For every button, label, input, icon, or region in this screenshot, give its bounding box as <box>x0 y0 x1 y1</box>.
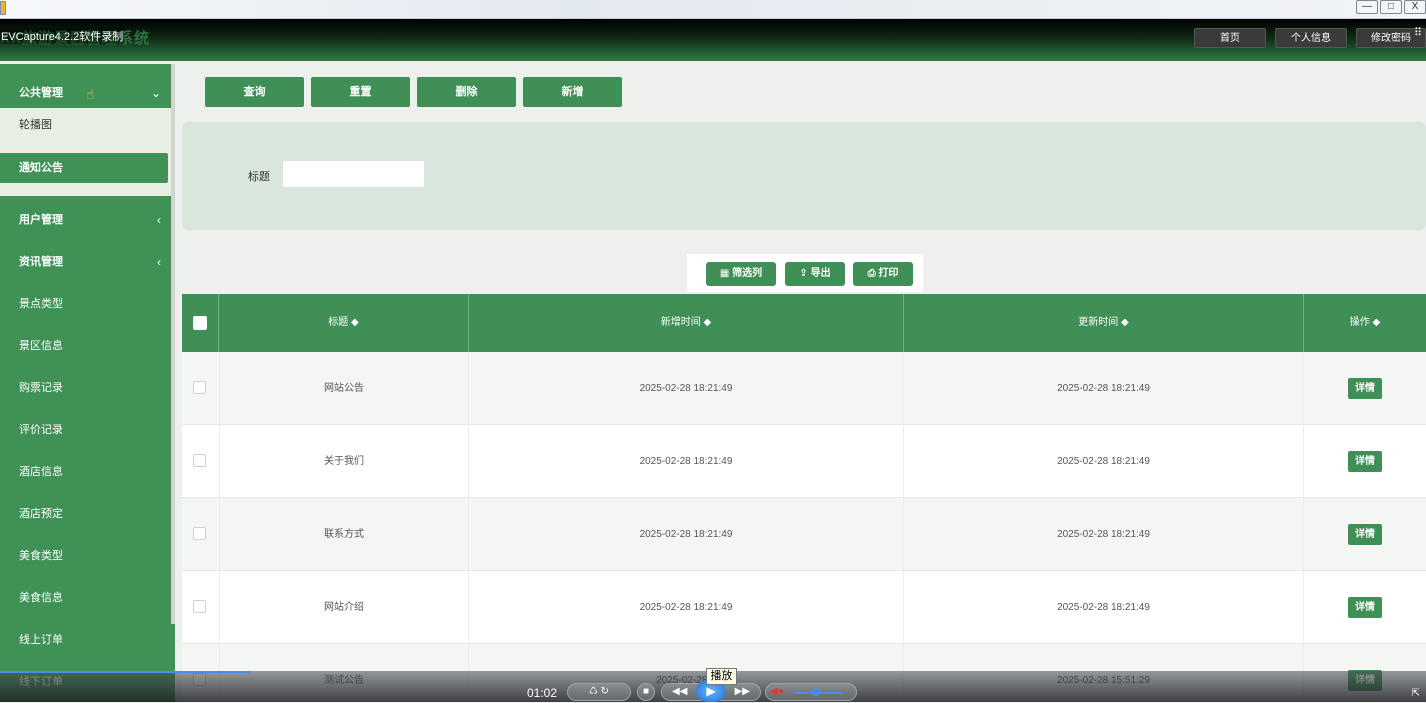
window-controls: — □ X <box>1356 0 1426 14</box>
select-all-cell <box>182 294 219 352</box>
print-icon: ⎙ <box>867 268 879 279</box>
main-content: 查询 重置 删除 新增 标题 ▦ 筛选列 ⇪ 导出 ⎙ 打印 标题 ◆ 新增时间… <box>176 61 1426 702</box>
column-header-updated[interactable]: 更新时间 ◆ <box>904 294 1304 352</box>
loop-controls[interactable]: ♺ ↻ <box>567 683 631 701</box>
cell-title: 关于我们 <box>219 425 469 498</box>
sidebar-item-news-mgmt[interactable]: 资讯管理 ‹ <box>0 241 171 283</box>
column-header-title[interactable]: 标题 ◆ <box>219 294 469 352</box>
grid-icon: ⠿ <box>1414 27 1423 39</box>
sidebar-item-hotel-booking[interactable]: 酒店预定 <box>0 493 171 535</box>
sidebar-item-label: 用户管理 <box>19 214 63 226</box>
add-button[interactable]: 新增 <box>523 77 622 107</box>
cell-title: 联系方式 <box>219 498 469 571</box>
sidebar-item-online-orders[interactable]: 线上订单 <box>0 619 171 661</box>
cell-updated: 2025-02-28 18:21:49 <box>904 352 1304 425</box>
column-header-actions[interactable]: 操作 ◆ <box>1304 294 1426 352</box>
app-icon <box>0 1 6 15</box>
sidebar-item-food-info[interactable]: 美食信息 <box>0 577 171 619</box>
chevron-left-icon: ‹ <box>157 255 161 269</box>
expand-icon[interactable]: ⇱ <box>1412 688 1420 699</box>
play-icon: ▶ <box>706 684 716 698</box>
cell-created: 2025-02-28 18:21:49 <box>469 571 904 644</box>
cell-title: 网站公告 <box>219 352 469 425</box>
app-header: XX旅游景区管理系统 EVCapture4.2.2软件录制 首页 个人信息 修改… <box>0 19 1426 61</box>
sidebar-item-label: 公共管理 <box>19 87 63 99</box>
table-row: 关于我们 2025-02-28 18:21:49 2025-02-28 18:2… <box>182 425 1426 498</box>
profile-button[interactable]: 个人信息 <box>1275 28 1347 48</box>
playback-time: 01:02 <box>527 686 558 700</box>
row-checkbox[interactable] <box>193 381 206 394</box>
hand-cursor-icon: ☝ <box>86 86 95 102</box>
minimize-button[interactable]: — <box>1356 0 1378 14</box>
delete-button[interactable]: 删除 <box>417 77 516 107</box>
sidebar-item-scenic-info[interactable]: 景区信息 <box>0 325 171 367</box>
title-label: 标题 <box>248 171 270 183</box>
select-all-checkbox[interactable] <box>193 316 207 330</box>
home-button[interactable]: 首页 <box>1194 28 1266 48</box>
capture-watermark: EVCapture4.2.2软件录制 <box>0 28 125 44</box>
print-button[interactable]: ⎙ 打印 <box>853 262 913 286</box>
column-header-created[interactable]: 新增时间 ◆ <box>469 294 904 352</box>
stop-icon: ■ <box>642 686 650 697</box>
video-player-bar: 01:02 ♺ ↻ ■ ◀◀ ▶▶ ▶ 播放 ◀● ⇱ <box>0 668 1426 702</box>
chevron-left-icon: ‹ <box>157 213 161 227</box>
cell-updated: 2025-02-28 18:21:49 <box>904 425 1304 498</box>
sidebar-item-carousel[interactable]: 轮播图 <box>0 110 168 140</box>
sidebar: 公共管理 ⌄ ☝ 轮播图 通知公告 用户管理 ‹ 资讯管理 ‹ 景点类型 景区信… <box>0 64 175 702</box>
cell-created: 2025-02-28 18:21:49 <box>469 425 904 498</box>
volume-knob[interactable] <box>811 688 820 696</box>
detail-button[interactable]: 详情 <box>1348 524 1382 545</box>
reset-button[interactable]: 重置 <box>311 77 410 107</box>
sidebar-item-scenic-type[interactable]: 景点类型 <box>0 283 171 325</box>
export-icon: ⇪ <box>799 268 811 279</box>
cell-title: 网站介绍 <box>219 571 469 644</box>
cell-updated: 2025-02-28 18:21:49 <box>904 571 1304 644</box>
forward-icon[interactable]: ▶▶ <box>735 684 750 700</box>
export-label: 导出 <box>810 268 831 279</box>
loop-icon: ♺ <box>588 686 601 697</box>
mute-icon: ◀● <box>770 686 784 697</box>
query-button[interactable]: 查询 <box>205 77 304 107</box>
maximize-button[interactable]: □ <box>1380 0 1402 14</box>
sidebar-item-notice[interactable]: 通知公告 <box>0 153 168 183</box>
cell-created: 2025-02-28 18:21:49 <box>469 352 904 425</box>
row-checkbox[interactable] <box>193 454 206 467</box>
stop-button[interactable]: ■ <box>637 683 655 701</box>
rewind-icon[interactable]: ◀◀ <box>672 684 687 700</box>
playback-progress[interactable] <box>0 671 250 673</box>
sidebar-item-food-type[interactable]: 美食类型 <box>0 535 171 577</box>
notice-table: 标题 ◆ 新增时间 ◆ 更新时间 ◆ 操作 ◆ 网站公告 2025-02-28 … <box>182 294 1426 702</box>
sidebar-item-user-mgmt[interactable]: 用户管理 ‹ <box>0 199 171 241</box>
sidebar-scrollbar[interactable] <box>171 64 175 624</box>
table-row: 联系方式 2025-02-28 18:21:49 2025-02-28 18:2… <box>182 498 1426 571</box>
sidebar-item-hotel-info[interactable]: 酒店信息 <box>0 451 171 493</box>
title-search-input[interactable] <box>282 160 425 188</box>
columns-icon: ▦ <box>719 268 733 279</box>
capture-titlebar: — □ X <box>0 0 1426 19</box>
filter-columns-label: 筛选列 <box>732 268 763 279</box>
play-tooltip: 播放 <box>706 668 737 685</box>
table-row: 网站公告 2025-02-28 18:21:49 2025-02-28 18:2… <box>182 352 1426 425</box>
close-button[interactable]: X <box>1404 0 1426 14</box>
row-checkbox[interactable] <box>193 527 206 540</box>
export-button[interactable]: ⇪ 导出 <box>785 262 845 286</box>
filter-columns-button[interactable]: ▦ 筛选列 <box>706 262 776 286</box>
sidebar-item-ticket-records[interactable]: 购票记录 <box>0 367 171 409</box>
print-label: 打印 <box>878 268 899 279</box>
sidebar-item-label: 资讯管理 <box>19 256 63 268</box>
search-panel: 标题 <box>182 122 1426 230</box>
cell-updated: 2025-02-28 18:21:49 <box>904 498 1304 571</box>
table-tools: ▦ 筛选列 ⇪ 导出 ⎙ 打印 <box>686 253 924 293</box>
detail-button[interactable]: 详情 <box>1348 451 1382 472</box>
detail-button[interactable]: 详情 <box>1348 378 1382 399</box>
row-checkbox[interactable] <box>193 600 206 613</box>
table-row: 网站介绍 2025-02-28 18:21:49 2025-02-28 18:2… <box>182 571 1426 644</box>
refresh-icon: ↻ <box>600 686 610 697</box>
sidebar-item-reviews[interactable]: 评价记录 <box>0 409 171 451</box>
submenu-public: 轮播图 通知公告 <box>0 108 171 196</box>
table-header: 标题 ◆ 新增时间 ◆ 更新时间 ◆ 操作 ◆ <box>182 294 1426 352</box>
detail-button[interactable]: 详情 <box>1348 597 1382 618</box>
cell-created: 2025-02-28 18:21:49 <box>469 498 904 571</box>
